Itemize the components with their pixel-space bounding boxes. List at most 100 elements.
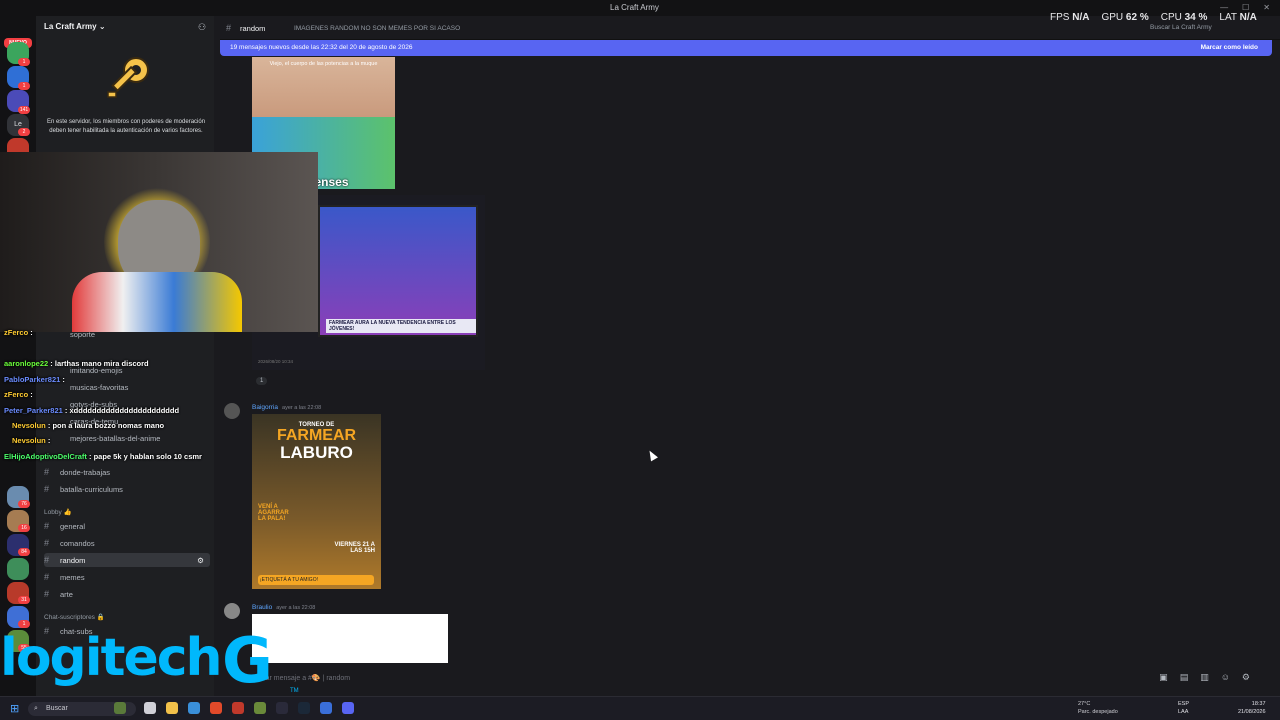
widget-icon[interactable] xyxy=(114,702,126,714)
channel-item[interactable]: musicas-favoritas xyxy=(70,380,128,394)
mfa-notice: En este servidor, los miembros con poder… xyxy=(46,119,206,134)
mention-badge: 1 xyxy=(18,58,30,66)
channel-name: arte xyxy=(60,589,73,599)
author-name[interactable]: Baigorria xyxy=(252,404,278,411)
gif-icon[interactable]: ▤ xyxy=(1180,672,1189,683)
language-indicator[interactable]: ESP LAA xyxy=(1178,700,1189,716)
message-author[interactable]: Baigorria ayer a las 22:08 xyxy=(252,404,321,411)
app-icon[interactable] xyxy=(276,702,288,714)
chat-text: : larthas mano mira discord xyxy=(50,359,149,368)
clock-time: 18:37 xyxy=(1251,701,1266,707)
sticker-icon[interactable]: ▥ xyxy=(1200,672,1209,683)
poster-title: LABURO xyxy=(280,443,353,462)
hash-icon: # xyxy=(44,572,50,582)
poster-date: VIERNES 21 A LAS 15H xyxy=(334,542,375,554)
channel-item[interactable]: # comandos xyxy=(44,536,95,550)
channel-item[interactable]: # general xyxy=(44,519,85,533)
brave-icon[interactable] xyxy=(210,702,222,714)
new-messages-bar[interactable]: 19 mensajes nuevos desde las 22:32 del 2… xyxy=(220,40,1272,56)
mention-badge: 76 xyxy=(18,500,30,508)
streamer-body xyxy=(72,272,242,332)
settings-icon[interactable] xyxy=(320,702,332,714)
lat-value: N/A xyxy=(1239,12,1257,23)
channel-name: general xyxy=(60,521,86,531)
chevron-down-icon: ⌄ xyxy=(98,22,106,31)
poster-title: TORNEO DE xyxy=(298,422,335,428)
channel-item[interactable]: mejores-batallas-del-anime xyxy=(70,431,160,445)
hash-icon: # xyxy=(226,23,232,33)
poster-image[interactable]: TORNEO DE FARMEAR LABURO VENÍ A AGARRAR … xyxy=(252,414,381,589)
channel-item-active[interactable]: # random ⚙ xyxy=(44,553,210,567)
hash-icon: # xyxy=(44,538,50,548)
webcam-overlay xyxy=(0,152,318,332)
chat-text: : xddddddddddddddddddddddd xyxy=(64,406,180,415)
gear-icon[interactable]: ⚙ xyxy=(197,556,204,565)
lang-code: ESP xyxy=(1178,701,1190,707)
discord-icon[interactable] xyxy=(342,702,354,714)
logitech-logo: logitech xyxy=(0,628,223,688)
trademark-mark: TM xyxy=(290,688,299,694)
mail-icon[interactable] xyxy=(188,702,200,714)
steam-icon[interactable] xyxy=(298,702,310,714)
chat-line: Nevsolun : xyxy=(12,436,50,445)
mark-read-button[interactable]: Marcar como leído xyxy=(1201,44,1258,51)
white-image[interactable] xyxy=(252,614,448,663)
reaction[interactable]: 1 xyxy=(256,377,268,385)
hash-icon: # xyxy=(44,521,50,531)
file-explorer-icon[interactable] xyxy=(166,702,178,714)
app-icon[interactable] xyxy=(254,702,266,714)
chat-line: PabloParker821 : xyxy=(4,375,65,384)
category-subs[interactable]: Chat-suscriptores 🔒 xyxy=(44,613,105,621)
chat-user: aaronlope22 xyxy=(4,359,49,368)
chat-line: ElHijoAdoptivoDelCraft : pape 5k y habla… xyxy=(4,452,202,461)
author-name[interactable]: Braulio xyxy=(252,604,272,611)
meme-image-top[interactable]: Viejo, el cuerpo de las potencias a la m… xyxy=(252,57,395,117)
channel-item[interactable]: # arte xyxy=(44,587,73,601)
chat-user: zFerco xyxy=(4,328,29,337)
gpu-value: 62 % xyxy=(1125,12,1149,23)
clock[interactable]: 18:37 21/08/2026 xyxy=(1238,700,1266,716)
channel-item[interactable]: # donde-trabajas xyxy=(44,465,110,479)
channel-title: random xyxy=(240,24,266,33)
hash-icon: # xyxy=(44,589,50,599)
close-button[interactable]: ✕ xyxy=(1263,3,1270,12)
gift-icon[interactable]: ▣ xyxy=(1159,672,1168,683)
chat-text: : xyxy=(30,328,33,337)
channel-item[interactable]: # batalla-curriculums xyxy=(44,482,123,496)
task-view-icon[interactable] xyxy=(144,702,156,714)
message-composer[interactable]: Enviar mensaje a #🎨 | random xyxy=(244,666,1272,688)
minimize-button[interactable]: — xyxy=(1220,3,1228,12)
server-rail: NUEVO 1 1 141 Le 2 37 76 16 84 31 1 55 xyxy=(0,16,36,696)
chat-text: : xyxy=(47,436,51,445)
server-name: La Craft Army xyxy=(44,22,97,31)
app-icon[interactable] xyxy=(232,702,244,714)
chat-user: zFerco xyxy=(4,390,29,399)
chat-user: Nevsolun xyxy=(12,421,46,430)
invite-icon[interactable]: ⚇ xyxy=(198,22,206,33)
windows-start-icon[interactable]: ⊞ xyxy=(10,702,19,715)
emoji-icon[interactable]: ☺ xyxy=(1221,672,1230,683)
avatar[interactable] xyxy=(224,403,240,419)
server-header[interactable]: La Craft Army ⌄ xyxy=(44,22,106,31)
poster-title: FARMEAR xyxy=(276,427,357,444)
cpu-label: CPU xyxy=(1160,12,1182,23)
logitech-g-logo: G xyxy=(222,624,273,697)
mention-badge: 1 xyxy=(18,82,30,90)
channel-item[interactable]: # memes xyxy=(44,570,85,584)
maximize-button[interactable]: ☐ xyxy=(1242,3,1249,12)
window-controls: — ☐ ✕ xyxy=(1220,3,1270,12)
channel-name: random xyxy=(60,555,86,565)
weather-widget[interactable]: 27°C Parc. despejado xyxy=(1078,700,1118,716)
clock-date: 21/08/2026 xyxy=(1238,709,1266,715)
tv-caption: FARMEAR AURA LA NUEVA TENDENCIA ENTRE LO… xyxy=(326,319,476,333)
apps-icon[interactable]: ⚙ xyxy=(1242,672,1250,683)
message-author[interactable]: Braulio ayer a las 22:08 xyxy=(252,604,315,611)
mention-badge: 31 xyxy=(18,596,30,604)
category-lobby[interactable]: Lobby 👍 xyxy=(44,508,72,516)
search-input[interactable]: Buscar La Craft Army xyxy=(1150,24,1212,31)
meme-caption: Viejo, el cuerpo de las potencias a la m… xyxy=(269,61,378,67)
mention-badge: 141 xyxy=(18,106,30,114)
avatar[interactable] xyxy=(224,603,240,619)
chat-line: Peter_Parker821 : xddddddddddddddddddddd… xyxy=(4,406,179,415)
server-icon[interactable] xyxy=(7,558,29,580)
